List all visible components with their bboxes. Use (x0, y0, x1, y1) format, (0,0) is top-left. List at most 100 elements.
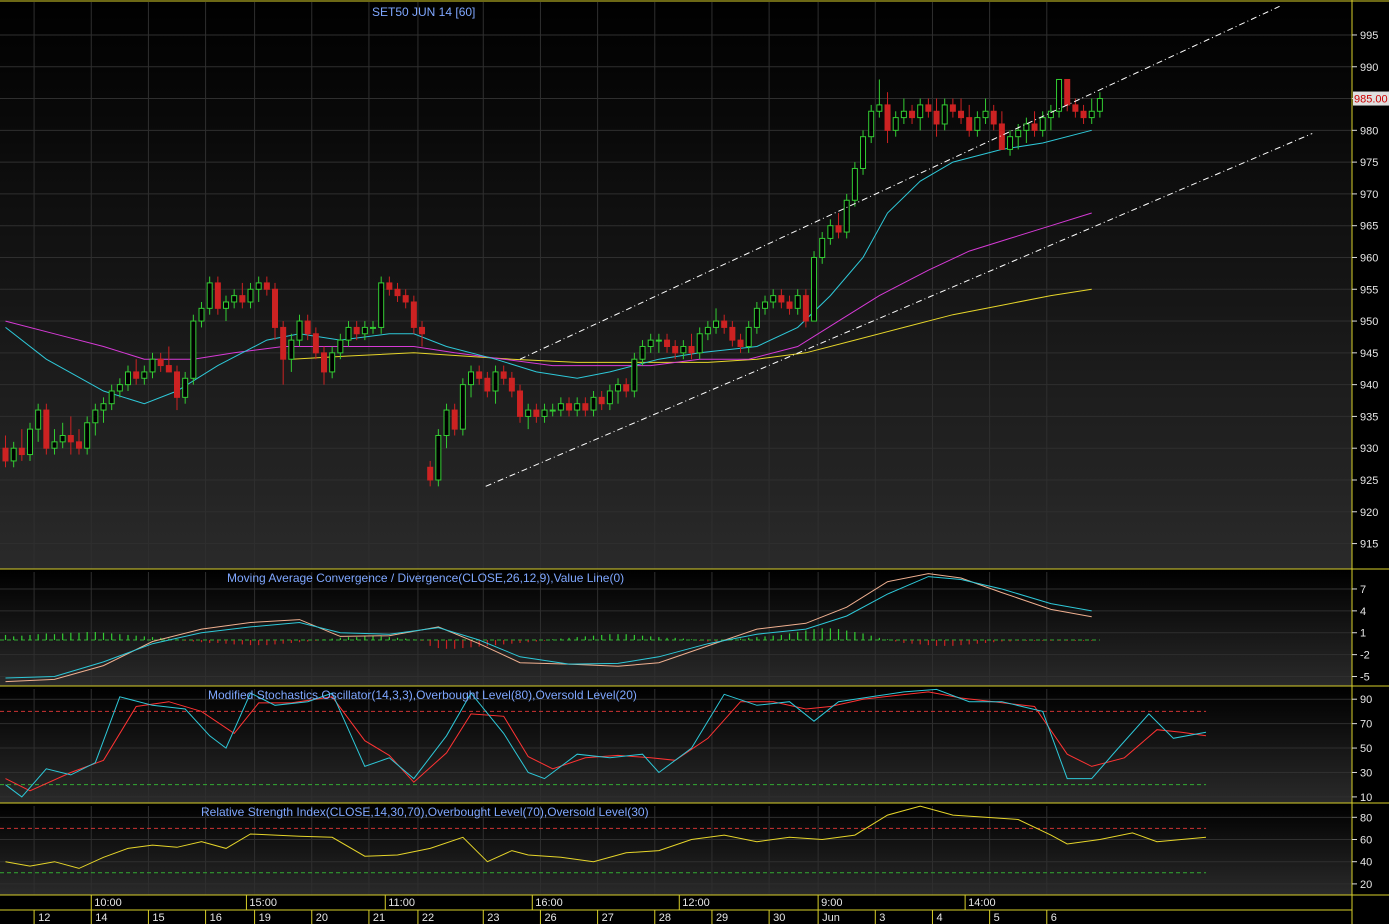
candle-body (892, 117, 899, 131)
macd-axis-tick-label: 4 (1360, 606, 1366, 618)
candle-body (304, 320, 311, 335)
rsi-axis-tick-label: 20 (1360, 879, 1372, 891)
candle-body (925, 104, 932, 112)
candle-body (533, 409, 540, 417)
candle-body (288, 339, 295, 360)
candle-body (753, 307, 760, 328)
candle-body (133, 371, 140, 379)
candle-body (786, 301, 793, 309)
candle-body (582, 403, 589, 411)
candle-body (672, 345, 679, 354)
candle-body (312, 333, 319, 354)
date-tick-label: Jun (822, 912, 840, 924)
candle-body (1007, 136, 1014, 150)
candle-body (794, 295, 801, 309)
candle-body (884, 104, 891, 131)
candle-body (272, 288, 279, 328)
date-tick-label: 15 (152, 912, 164, 924)
candle-body (590, 396, 597, 411)
date-tick-label: 28 (659, 912, 671, 924)
date-tick-label: 3 (879, 912, 885, 924)
price-axis-tick-label: 940 (1360, 380, 1378, 392)
candle-body (557, 403, 564, 411)
candle-body (811, 256, 818, 322)
price-axis-tick-label: 965 (1360, 221, 1378, 233)
date-tick-label: 22 (422, 912, 434, 924)
candle-body (566, 403, 573, 411)
candle-body (819, 237, 826, 258)
macd-title: Moving Average Convergence / Divergence(… (227, 571, 624, 585)
price-axis-tick-label: 945 (1360, 348, 1378, 360)
candle-body (370, 326, 377, 329)
candle-body (59, 434, 66, 443)
price-scale-background (1352, 0, 1389, 924)
macd-axis-tick-label: -2 (1360, 650, 1370, 662)
date-tick-label: 21 (373, 912, 385, 924)
candle-body (378, 282, 385, 328)
date-tick-label: 20 (316, 912, 328, 924)
candle-body (1096, 98, 1103, 112)
candle-body (174, 371, 181, 398)
date-tick-label: 6 (1051, 912, 1057, 924)
price-axis-tick-label: 930 (1360, 443, 1378, 455)
candle-body (868, 110, 875, 138)
candle-body (990, 110, 997, 125)
candle-body (770, 295, 777, 303)
candle-body (680, 345, 687, 354)
candle-body (713, 320, 720, 328)
price-axis-tick-label: 960 (1360, 252, 1378, 264)
candle-body (827, 225, 834, 239)
candle-body (84, 422, 91, 449)
candle-body (745, 326, 752, 347)
time-tick-label: 11:00 (388, 897, 415, 909)
panel-backgrounds (0, 0, 1389, 924)
candle-body (165, 365, 172, 373)
date-tick-label: 30 (773, 912, 785, 924)
date-tick-label: 29 (716, 912, 728, 924)
candle-body (835, 225, 842, 233)
candle-body (402, 295, 409, 303)
price-axis-tick-label: 995 (1360, 30, 1378, 42)
time-tick-label: 16:00 (535, 897, 563, 909)
price-axis-tick-label: 915 (1360, 539, 1378, 551)
candle-body (116, 384, 123, 392)
stoch-pane-background (0, 687, 1352, 803)
rsi-axis-tick-label: 40 (1360, 857, 1372, 869)
candle-body (125, 371, 132, 386)
candle-body (435, 434, 442, 481)
candle-body (419, 326, 426, 335)
date-tick-label: 14 (95, 912, 107, 924)
candle-body (1064, 78, 1071, 106)
candle-body (43, 409, 50, 449)
price-axis-tick-label: 955 (1360, 284, 1378, 296)
candle-body (941, 104, 948, 125)
candle-body (353, 326, 360, 335)
candle-body (255, 282, 262, 290)
candle-body (361, 326, 368, 335)
candle-body (280, 326, 287, 360)
rsi-axis-tick-label: 60 (1360, 835, 1372, 847)
candle-body (664, 339, 671, 347)
price-axis-tick-label: 950 (1360, 316, 1378, 328)
date-tick-label: 27 (602, 912, 614, 924)
price-pane-background (0, 0, 1352, 569)
candle-body (149, 358, 156, 373)
date-tick-label: 5 (994, 912, 1000, 924)
candle-body (631, 358, 638, 392)
candle-body (239, 295, 246, 303)
candle-body (508, 377, 515, 392)
price-axis-tick-label: 920 (1360, 507, 1378, 519)
candle-body (198, 307, 205, 322)
candle-body (35, 409, 42, 430)
candle-body (451, 409, 458, 430)
date-tick-label: 4 (936, 912, 942, 924)
candle-body (67, 434, 74, 443)
candle-body (639, 345, 646, 360)
candle-body (949, 104, 956, 112)
macd-pane-background (0, 570, 1352, 686)
candle-body (410, 301, 417, 328)
candle-body (909, 110, 916, 119)
candle-body (647, 339, 654, 347)
candle-body (223, 301, 230, 309)
candle-body (500, 371, 507, 379)
